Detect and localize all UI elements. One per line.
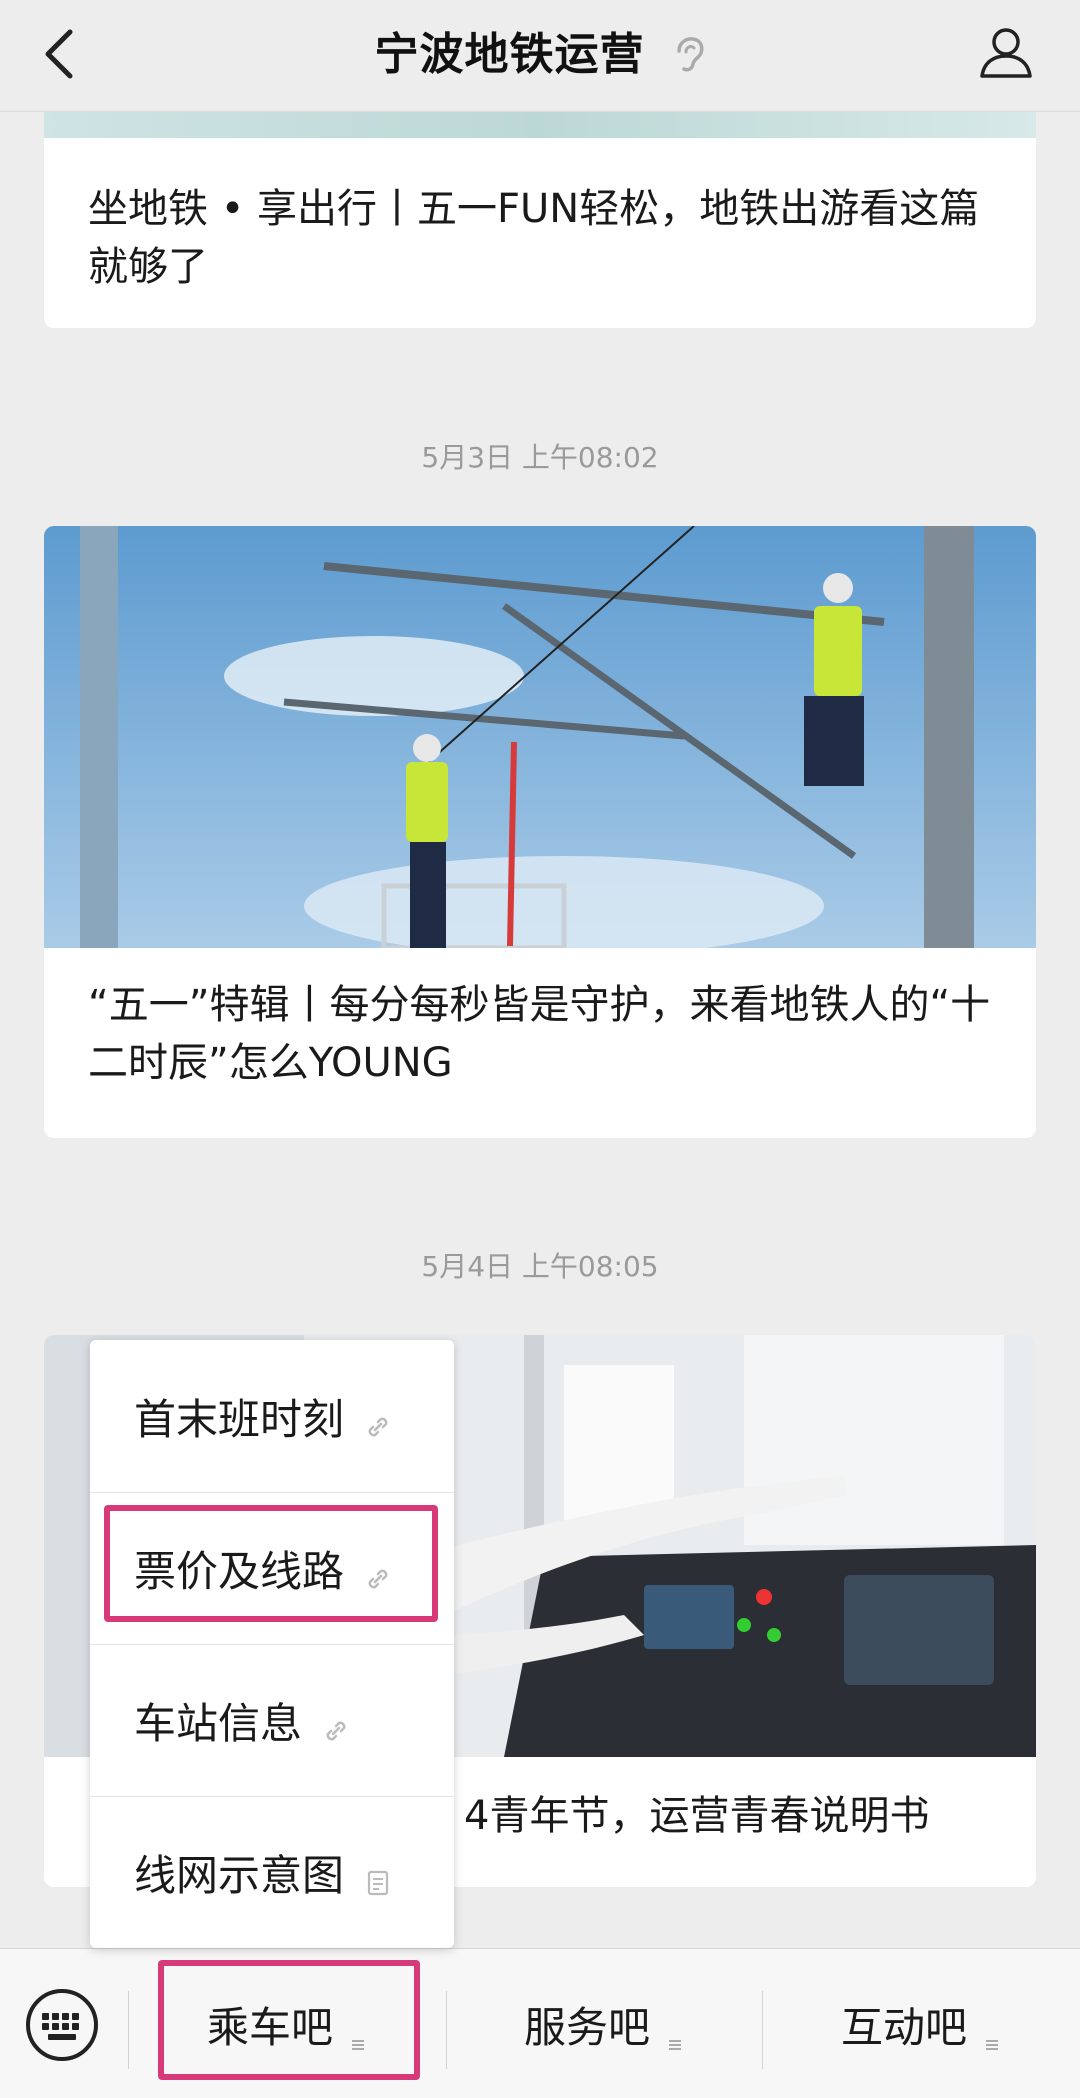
link-icon xyxy=(364,1402,392,1437)
highlight-box xyxy=(104,1505,438,1622)
menu-lines-icon xyxy=(666,2015,684,2050)
article-card[interactable]: 坐地铁 • 享出行丨五一FUN轻松，地铁出游看这篇就够了 xyxy=(44,112,1036,328)
ear-icon[interactable] xyxy=(672,35,706,75)
link-icon xyxy=(322,1706,350,1741)
tab-label: 互动吧 xyxy=(840,2002,967,2052)
highlight-box xyxy=(158,1960,420,2080)
article-image xyxy=(44,526,1036,948)
menu-item-label: 线网示意图 xyxy=(134,1850,345,1900)
keyboard-icon xyxy=(26,1989,98,2061)
keyboard-toggle-button[interactable] xyxy=(24,1987,100,2063)
tab-service[interactable]: 服务吧 xyxy=(446,1949,762,2098)
article-image xyxy=(44,112,1036,138)
article-card[interactable]: “五一”特辑丨每分每秒皆是守护，来看地铁人的“十二时辰”怎么YOUNG xyxy=(44,526,1036,1138)
menu-item-network-map[interactable]: 线网示意图 xyxy=(90,1796,454,1948)
tab-interact[interactable]: 互动吧 xyxy=(762,1949,1080,2098)
tab-label: 服务吧 xyxy=(523,2002,650,2052)
message-timestamp: 5月3日 上午08:02 xyxy=(421,441,659,474)
menu-item-label: 车站信息 xyxy=(134,1698,303,1748)
menu-item-label: 首末班时刻 xyxy=(134,1394,345,1444)
user-icon xyxy=(980,28,1032,78)
message-timestamp: 5月4日 上午08:05 xyxy=(421,1250,659,1283)
article-title: “五一”特辑丨每分每秒皆是守护，来看地铁人的“十二时辰”怎么YOUNG xyxy=(88,982,991,1086)
submenu-popup: 首末班时刻 票价及线路 车站信息 线网示意图 xyxy=(90,1340,454,1948)
top-bar: 宁波地铁运营 xyxy=(0,0,1080,112)
article-title: 坐地铁 • 享出行丨五一FUN轻松，地铁出游看这篇就够了 xyxy=(88,186,980,290)
profile-button[interactable] xyxy=(976,22,1036,82)
menu-item-first-last-train[interactable]: 首末班时刻 xyxy=(90,1340,454,1492)
page-title: 宁波地铁运营 xyxy=(374,29,645,80)
doc-icon xyxy=(364,1858,392,1896)
menu-item-station-info[interactable]: 车站信息 xyxy=(90,1644,454,1796)
menu-lines-icon xyxy=(983,2015,1001,2050)
article-title: 4青年节，运营青春说明书 xyxy=(464,1793,930,1839)
